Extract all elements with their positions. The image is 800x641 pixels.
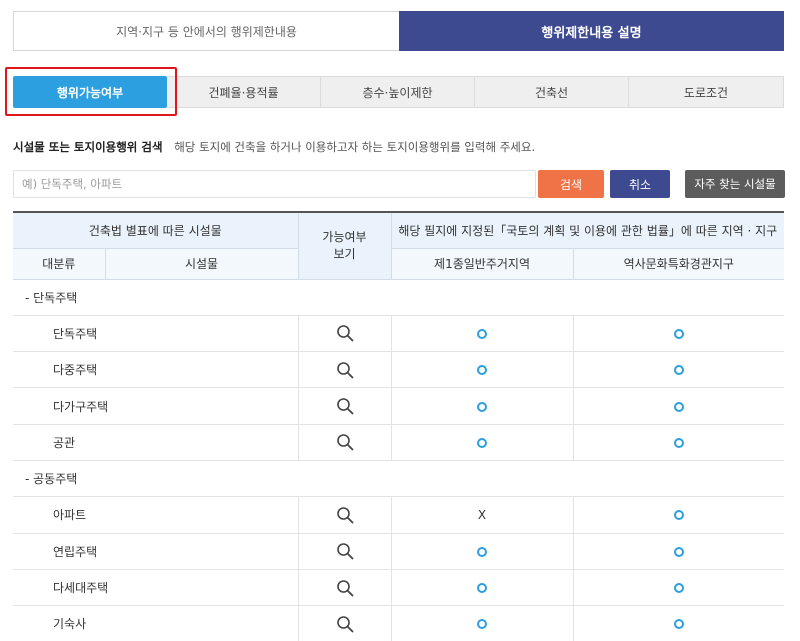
possible-view-cell bbox=[298, 605, 392, 641]
magnifier-icon[interactable] bbox=[336, 361, 354, 379]
table-row: 기숙사 bbox=[13, 605, 785, 641]
restriction-table: 건축법 별표에 따른 시설물 가능여부 보기 해당 필지에 지정된「국토의 계획… bbox=[13, 211, 785, 641]
zone-value-cell bbox=[391, 605, 574, 641]
table-row: 다중주택 bbox=[13, 351, 785, 389]
facility-name: 다중주택 bbox=[13, 351, 299, 389]
search-button[interactable]: 검색 bbox=[538, 170, 604, 198]
facility-search-input[interactable] bbox=[13, 170, 536, 198]
subtab-road-condition[interactable]: 도로조건 bbox=[629, 76, 784, 108]
zone-value-cell bbox=[573, 533, 785, 570]
zone-value-cell: X bbox=[391, 496, 574, 534]
search-description: 해당 토지에 건축을 하거나 이용하고자 하는 토지이용행위를 입력해 주세요. bbox=[174, 140, 536, 154]
magnifier-icon[interactable] bbox=[336, 434, 354, 451]
table-row: 연립주택 bbox=[13, 533, 785, 570]
magnifier-icon[interactable] bbox=[336, 398, 354, 415]
circle-icon bbox=[673, 401, 684, 412]
subtab-coverage-ratio[interactable]: 건폐율·용적률 bbox=[167, 76, 321, 108]
facility-name: 연립주택 bbox=[13, 533, 299, 570]
zone-value-cell bbox=[391, 533, 574, 570]
circle-icon bbox=[477, 437, 488, 448]
circle-icon bbox=[673, 328, 684, 339]
facility-name: 아파트 bbox=[13, 496, 299, 534]
zone-value-cell bbox=[391, 569, 574, 607]
zone-value-cell bbox=[573, 351, 785, 389]
subtab-building-line[interactable]: 건축선 bbox=[475, 76, 629, 108]
frequent-facilities-button[interactable]: 자주 찾는 시설물 bbox=[685, 170, 785, 198]
facility-name: 다가구주택 bbox=[13, 387, 299, 425]
magnifier-icon[interactable] bbox=[336, 325, 354, 342]
zone-value-cell bbox=[573, 569, 785, 607]
facility-name: 공관 bbox=[13, 424, 299, 461]
possible-view-cell bbox=[298, 315, 392, 353]
circle-icon bbox=[477, 328, 488, 339]
header-facility-group: 건축법 별표에 따른 시설물 bbox=[13, 211, 299, 249]
top-tab-bar: 지역·지구 등 안에서의 행위제한내용 행위제한내용 설명 bbox=[13, 11, 784, 51]
header-zone-1: 제1종일반주거지역 bbox=[391, 248, 574, 280]
table-row: 아파트 X bbox=[13, 496, 785, 534]
circle-icon bbox=[673, 437, 684, 448]
circle-icon bbox=[477, 583, 488, 594]
circle-icon bbox=[673, 546, 684, 557]
header-category: 대분류 bbox=[13, 248, 106, 280]
zone-value-cell bbox=[391, 315, 574, 353]
table-row: 단독주택 bbox=[13, 315, 785, 353]
possible-view-cell bbox=[298, 387, 392, 425]
table-row: 다가구주택 bbox=[13, 387, 785, 425]
facility-name: 다세대주택 bbox=[13, 569, 299, 607]
zone-value-cell bbox=[391, 351, 574, 389]
tab-restriction-description[interactable]: 행위제한내용 설명 bbox=[399, 11, 784, 51]
table-row: 공관 bbox=[13, 424, 785, 461]
circle-icon bbox=[673, 583, 684, 594]
group-row: - 단독주택 bbox=[13, 279, 785, 316]
magnifier-icon[interactable] bbox=[336, 616, 354, 633]
zone-value-cell bbox=[573, 387, 785, 425]
circle-icon bbox=[477, 401, 488, 412]
group-name: - 단독주택 bbox=[13, 279, 785, 316]
possible-view-cell bbox=[298, 351, 392, 389]
possible-view-cell bbox=[298, 533, 392, 570]
zone-value-cell bbox=[573, 424, 785, 461]
magnifier-icon[interactable] bbox=[336, 543, 354, 560]
subtab-possibility[interactable]: 행위가능여부 bbox=[13, 76, 167, 108]
circle-icon bbox=[673, 365, 684, 376]
header-zone-group: 해당 필지에 지정된「국토의 계획 및 이용에 관한 법률」에 따른 지역 · … bbox=[391, 211, 785, 249]
header-zone-2: 역사문화특화경관지구 bbox=[573, 248, 785, 280]
sub-tab-bar: 행위가능여부 건폐율·용적률 층수·높이제한 건축선 도로조건 bbox=[13, 76, 784, 108]
zone-value-cell bbox=[573, 605, 785, 641]
magnifier-icon[interactable] bbox=[336, 507, 354, 524]
header-possible-view: 가능여부 보기 bbox=[298, 211, 392, 280]
circle-icon bbox=[477, 619, 488, 630]
facility-name: 기숙사 bbox=[13, 605, 299, 641]
tab-zone-restrictions[interactable]: 지역·지구 등 안에서의 행위제한내용 bbox=[13, 11, 399, 51]
possible-view-cell bbox=[298, 569, 392, 607]
zone-value-cell bbox=[391, 424, 574, 461]
search-heading: 시설물 또는 토지이용행위 검색 해당 토지에 건축을 하거나 이용하고자 하는… bbox=[13, 139, 535, 155]
search-label: 시설물 또는 토지이용행위 검색 bbox=[13, 140, 163, 154]
facility-name: 단독주택 bbox=[13, 315, 299, 353]
zone-value-cell bbox=[573, 496, 785, 534]
group-row: - 공동주택 bbox=[13, 460, 785, 498]
group-name: - 공동주택 bbox=[13, 460, 785, 498]
subtab-height-limit[interactable]: 층수·높이제한 bbox=[321, 76, 475, 108]
cancel-button[interactable]: 취소 bbox=[610, 170, 670, 198]
x-mark: X bbox=[477, 507, 487, 522]
zone-value-cell bbox=[391, 387, 574, 425]
circle-icon bbox=[673, 619, 684, 630]
magnifier-icon[interactable] bbox=[336, 579, 354, 596]
circle-icon bbox=[477, 546, 488, 557]
possible-view-cell bbox=[298, 424, 392, 461]
header-facility: 시설물 bbox=[105, 248, 299, 280]
zone-value-cell bbox=[573, 315, 785, 353]
table-row: 다세대주택 bbox=[13, 569, 785, 607]
possible-view-cell bbox=[298, 496, 392, 534]
circle-icon bbox=[673, 510, 684, 521]
circle-icon bbox=[477, 365, 488, 376]
